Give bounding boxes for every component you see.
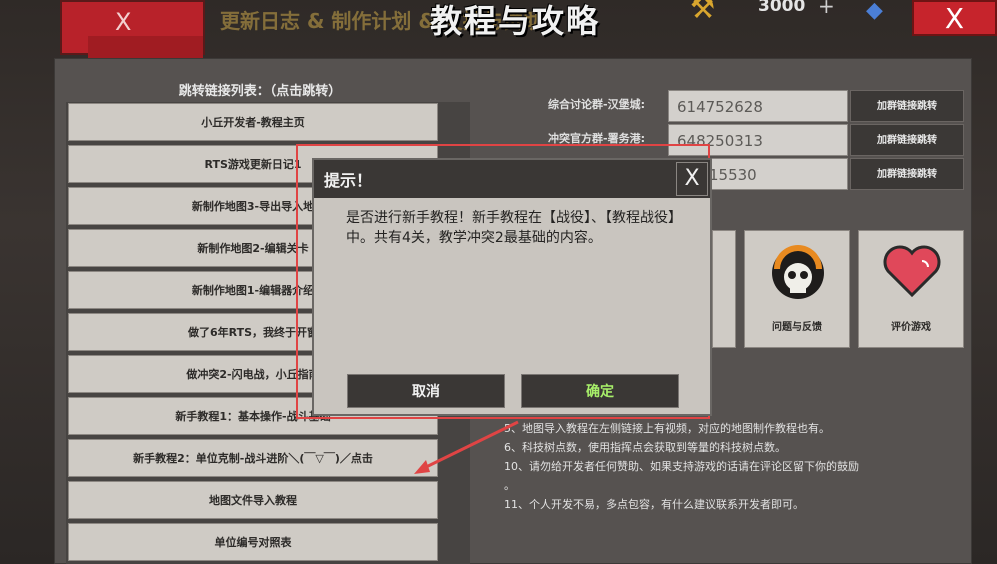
cancel-button[interactable]: 取消 [347, 374, 505, 408]
note-line: 6、科技树点数，使用指挥点会获取到等量的科技树点数。 [504, 441, 786, 454]
group-number-field[interactable]: 614752628 [668, 90, 848, 122]
dialog-title: 提示！ [324, 171, 373, 190]
group-label: 综合讨论群-汉堡城: [548, 98, 645, 111]
coin-count: 3000 [758, 0, 806, 16]
note-line: 10、请勿给开发者任何赞助、如果支持游戏的话请在评论区留下你的鼓励 [504, 460, 859, 473]
background-tile-strip [88, 36, 203, 60]
link-item[interactable]: 单位编号对照表 [68, 523, 438, 561]
note-line: 。 [504, 479, 515, 492]
skull-helmet-icon [772, 245, 824, 299]
tile-label: 评价游戏 [891, 322, 931, 333]
feedback-tile[interactable]: 问题与反馈 [744, 230, 850, 348]
close-page-button[interactable]: X [912, 0, 997, 36]
page-title: 教程与攻略 [429, 2, 600, 40]
dialog-message: 是否进行新手教程！新手教程在【战役】、【教程战役】中。共有4关，教学冲突2最基础… [346, 210, 682, 246]
join-group-button[interactable]: 加群链接跳转 [850, 90, 964, 122]
link-item[interactable]: 地图文件导入教程 [68, 481, 438, 519]
link-list-title: 跳转链接列表：（点击跳转） [178, 84, 342, 99]
tile-label: 问题与反馈 [772, 322, 822, 333]
confirm-button[interactable]: 确定 [521, 374, 679, 408]
link-item[interactable]: 小丘开发者-教程主页 [68, 103, 438, 141]
hidden-tile[interactable] [712, 230, 736, 348]
rate-game-tile[interactable]: 评价游戏 [858, 230, 964, 348]
add-coins-button[interactable]: + [818, 0, 835, 18]
hammer-icon: ⚒ [690, 0, 716, 25]
join-group-button[interactable]: 加群链接跳转 [850, 124, 964, 156]
dialog-close-button[interactable]: X [676, 162, 708, 196]
background-x-label: X [115, 8, 132, 36]
note-line: 5、地图导入教程在左侧链接上有视频，对应的地图制作教程也有。 [504, 422, 830, 435]
join-group-button[interactable]: 加群链接跳转 [850, 158, 964, 190]
link-item[interactable]: 新手教程2：单位克制-战斗进阶＼(￣▽￣)／点击 [68, 439, 438, 477]
note-line: 11、个人开发不易，多点包容，有什么建议联系开发者即可。 [504, 498, 804, 511]
heart-icon [883, 245, 941, 298]
gem-icon: ◆ [866, 0, 883, 23]
annotation-arrow [414, 420, 519, 474]
